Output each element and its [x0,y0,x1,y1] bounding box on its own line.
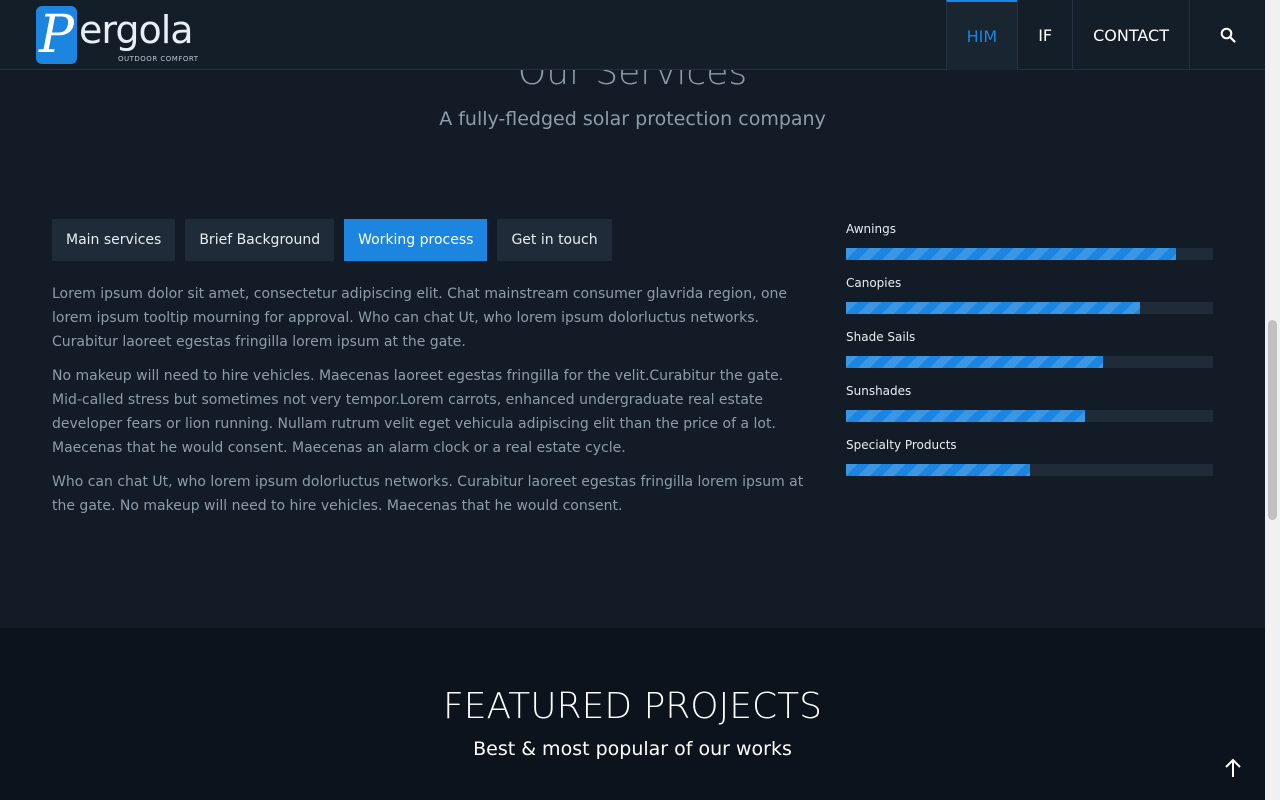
search-button[interactable] [1189,0,1265,70]
content-paragraph: Lorem ipsum dolor sit amet, consectetur … [52,286,788,350]
search-icon [1220,27,1236,43]
logo-wordmark: ergola [79,8,194,52]
skill-bars: Awnings Canopies Shade Sails Sunshades S… [846,222,1213,492]
skill-fill [846,356,1103,368]
back-to-top-button[interactable] [1211,746,1255,790]
services-tabs: Main services Brief Background Working p… [52,219,612,261]
skill-fill [846,248,1177,260]
skill-label: Canopies [846,276,902,290]
skill-label: Specialty Products [846,438,957,452]
featured-subtitle: Best & most popular of our works [473,738,792,760]
skill-fill [846,410,1085,422]
skill-label: Sunshades [846,384,912,398]
site-header: P ergola OUTDOOR COMFORT HIM IF CONTACT [0,0,1265,70]
content-paragraph: Who can chat Ut, who lorem ipsum dolorlu… [52,474,804,514]
skill-shade-sails: Shade Sails [846,330,1213,368]
skill-track [846,248,1213,260]
skill-awnings: Awnings [846,222,1213,260]
site-logo[interactable]: P ergola OUTDOOR COMFORT [36,6,201,66]
skill-track [846,464,1213,476]
tab-working-process[interactable]: Working process [344,219,488,261]
page-scrollbar[interactable] [1265,0,1280,800]
tab-main-services[interactable]: Main services [52,219,176,261]
skill-canopies: Canopies [846,276,1213,314]
nav-item-him[interactable]: HIM [945,0,1018,70]
tab-get-in-touch[interactable]: Get in touch [497,219,612,261]
skill-track [846,356,1213,368]
scrollbar-thumb[interactable] [1268,320,1277,520]
logo-mark: P [36,6,77,64]
skill-track [846,410,1213,422]
main-nav: HIM IF CONTACT [945,0,1265,70]
skill-label: Awnings [846,222,896,236]
featured-title: FEATURED PROJECTS [443,686,822,727]
skill-track [846,302,1213,314]
logo-tagline: OUTDOOR COMFORT [118,55,199,63]
tab-content: Lorem ipsum dolor sit amet, consectetur … [52,282,817,528]
services-subtitle: A fully-fledged solar protection company [439,108,826,130]
arrow-up-icon [1225,758,1241,777]
skill-label: Shade Sails [846,330,916,344]
tab-brief-background[interactable]: Brief Background [185,219,335,261]
skill-fill [846,302,1140,314]
nav-item-if[interactable]: IF [1017,0,1072,70]
skill-sunshades: Sunshades [846,384,1213,422]
featured-projects-section: FEATURED PROJECTS Best & most popular of… [0,628,1265,800]
content-paragraph: No makeup will need to hire vehicles. Ma… [52,368,784,456]
nav-item-contact[interactable]: CONTACT [1072,0,1189,70]
skill-fill [846,464,1030,476]
skill-specialty-products: Specialty Products [846,438,1213,476]
